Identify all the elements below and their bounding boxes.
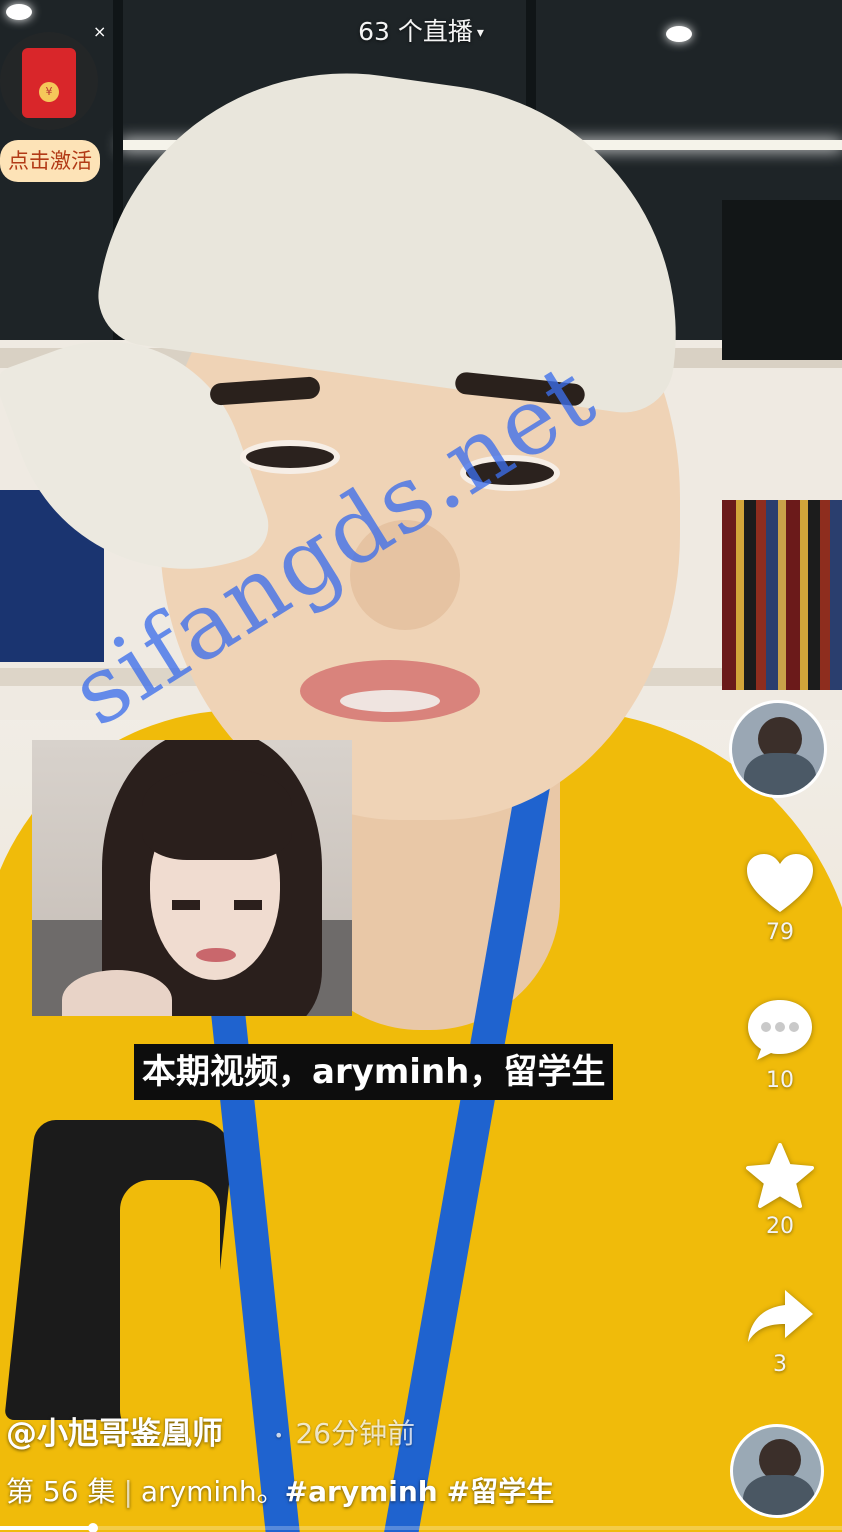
description-text: aryminh。 xyxy=(140,1475,285,1508)
share-icon xyxy=(748,1290,813,1342)
book-row xyxy=(722,500,842,690)
author-name[interactable]: @小旭哥鉴凰师 xyxy=(6,1408,223,1453)
progress-fill xyxy=(0,1526,93,1530)
inset-photo xyxy=(32,740,352,1016)
share-count: 3 xyxy=(773,1352,787,1377)
comment-button[interactable]: 10 xyxy=(738,996,822,1093)
music-disc-avatar[interactable] xyxy=(730,1424,824,1518)
dark-cabinet xyxy=(722,200,842,360)
activate-button[interactable]: 点击激活 xyxy=(0,140,100,182)
video-subtitle: 本期视频，aryminh，留学生 xyxy=(134,1044,614,1100)
teeth xyxy=(340,690,440,712)
favorite-button[interactable]: 20 xyxy=(738,1142,822,1239)
inset-lips xyxy=(196,948,236,962)
avatar-body xyxy=(743,1475,815,1515)
like-button[interactable]: 79 xyxy=(738,852,822,945)
hashtag[interactable]: #留学生 xyxy=(447,1475,554,1508)
post-description: 第 56 集 | aryminh。#aryminh #留学生 xyxy=(6,1470,554,1510)
envelope-seal-icon: ¥ xyxy=(39,82,59,102)
favorite-count: 20 xyxy=(766,1214,794,1239)
share-button[interactable]: 3 xyxy=(738,1286,822,1377)
inset-bangs xyxy=(142,770,292,860)
playback-progress-bar[interactable] xyxy=(0,1523,842,1532)
like-count: 79 xyxy=(766,920,794,945)
post-time-label: 26分钟前 xyxy=(295,1417,416,1450)
comment-icon xyxy=(748,1000,812,1060)
shirt-print-gap xyxy=(120,1180,220,1440)
hashtag[interactable]: #aryminh xyxy=(285,1475,438,1508)
progress-knob[interactable] xyxy=(87,1523,98,1532)
avatar-body xyxy=(744,753,816,795)
post-time: • 26分钟前 xyxy=(274,1412,415,1452)
live-count-label: 63 个直播 xyxy=(358,17,473,46)
author-avatar[interactable] xyxy=(729,700,827,798)
separator: | xyxy=(123,1475,133,1508)
eye xyxy=(240,440,340,474)
inset-eyes xyxy=(172,900,262,910)
close-icon[interactable]: × xyxy=(93,22,106,41)
live-count-dropdown[interactable]: 63 个直播 ▾ xyxy=(0,12,842,48)
star-icon xyxy=(746,1143,814,1208)
caret-down-icon: ▾ xyxy=(476,25,484,41)
comment-count: 10 xyxy=(766,1068,794,1093)
separator-dot: • xyxy=(274,1425,284,1445)
episode-label[interactable]: 第 56 集 xyxy=(6,1475,115,1508)
red-packet-widget[interactable]: ¥ 点击激活 xyxy=(0,32,110,182)
heart-icon xyxy=(747,854,813,912)
